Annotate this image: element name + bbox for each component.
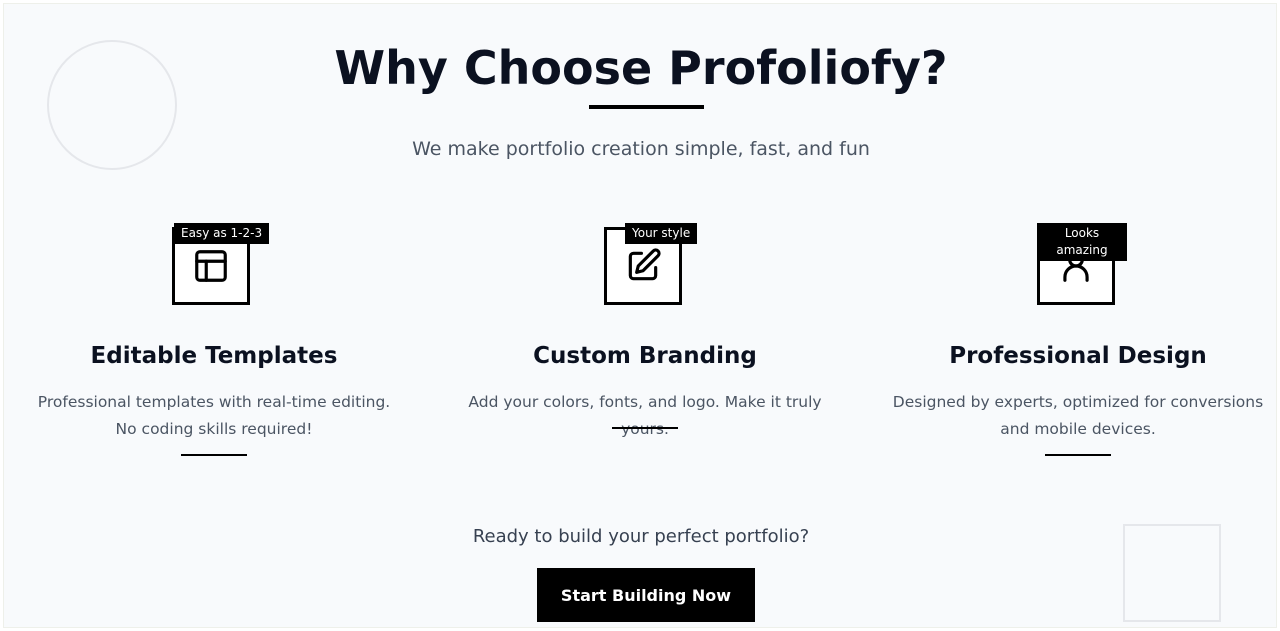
feature-divider (181, 454, 247, 456)
cta-prompt: Ready to build your perfect portfolio? (472, 526, 810, 547)
feature-title: Professional Design (949, 343, 1207, 369)
feature-badge: Your style (625, 223, 698, 244)
feature-badge: Looks amazing (1037, 223, 1127, 261)
feature-title: Custom Branding (533, 343, 757, 369)
edit-square-icon (628, 248, 661, 281)
feature-description: Professional templates with real-time ed… (37, 393, 391, 438)
layout-template-icon (195, 250, 227, 282)
feature-divider (612, 427, 678, 429)
why-choose-section: Why Choose Profoliofy? We make portfolio… (3, 3, 1277, 628)
title-underline (589, 105, 704, 109)
section-title: Why Choose Profoliofy? (334, 41, 948, 95)
feature-divider (1045, 454, 1111, 456)
feature-description: Add your colors, fonts, and logo. Make i… (468, 393, 822, 438)
start-building-button[interactable]: Start Building Now (537, 568, 755, 622)
feature-title: Editable Templates (90, 343, 338, 369)
feature-badge: Easy as 1-2-3 (174, 223, 270, 244)
section-subtitle: We make portfolio creation simple, fast,… (412, 138, 870, 160)
feature-description: Designed by experts, optimized for conve… (892, 393, 1264, 438)
